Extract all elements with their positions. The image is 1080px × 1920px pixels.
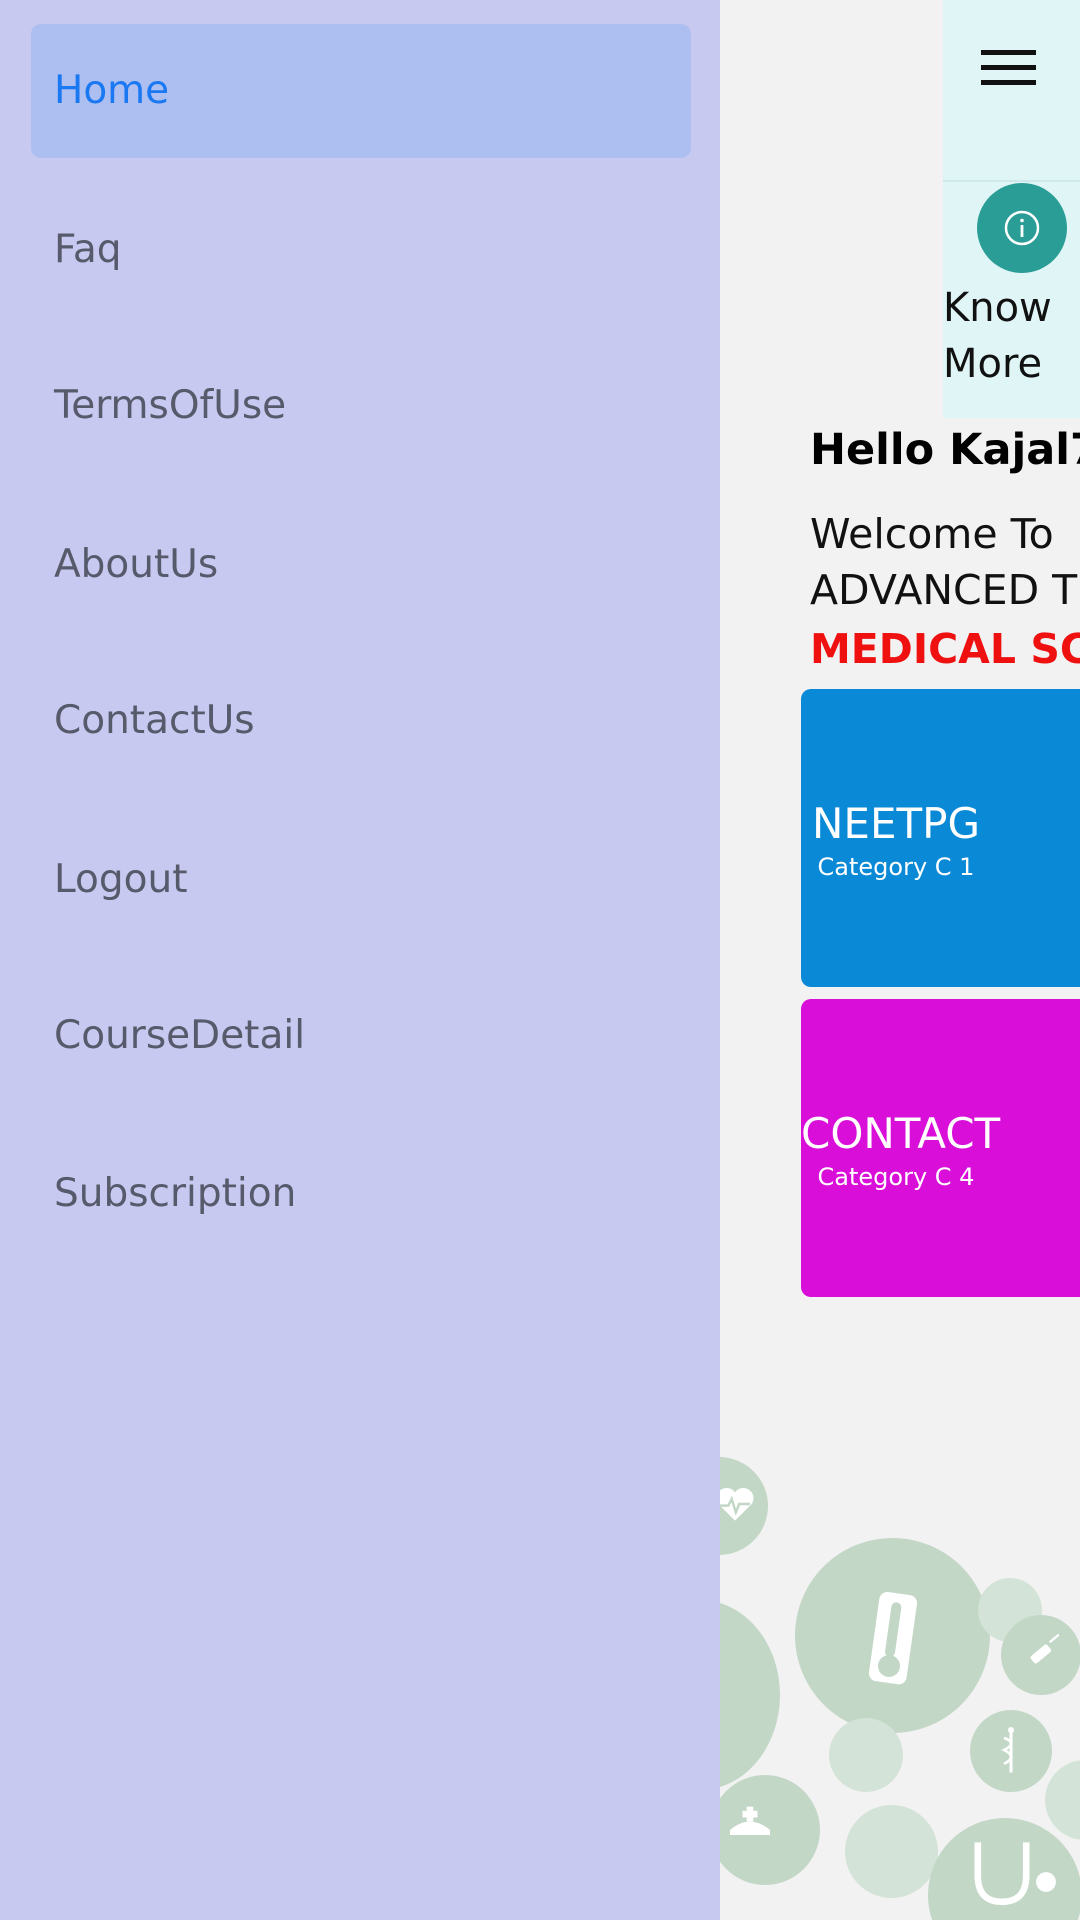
decor-bubble	[720, 1600, 780, 1790]
drawer-item-terms-of-use[interactable]: TermsOfUse	[31, 339, 691, 473]
drawer-item-faq[interactable]: Faq	[31, 183, 691, 317]
drawer-item-course-detail[interactable]: CourseDetail	[31, 969, 691, 1103]
medical-cap-icon	[720, 1775, 820, 1885]
drawer-item-label: Logout	[54, 857, 188, 902]
drawer-item-label: ContactUs	[54, 698, 255, 743]
thermometer-icon	[795, 1538, 990, 1733]
know-more-label[interactable]: Know More	[943, 280, 1080, 392]
decor-bubble	[829, 1718, 903, 1792]
hamburger-menu-icon[interactable]	[981, 48, 1036, 88]
decor-bubble	[1045, 1760, 1080, 1840]
drawer-item-label: Faq	[54, 227, 122, 272]
drawer-item-label: Subscription	[54, 1171, 297, 1216]
category-tile-neetpg[interactable]: NEETPG Category C 1	[801, 689, 1080, 987]
tile-title: NEETPG	[811, 799, 981, 848]
decor-bubble	[845, 1805, 938, 1898]
caduceus-icon	[970, 1710, 1052, 1792]
greeting-text: Hello Kajal70	[810, 425, 1080, 475]
info-icon[interactable]	[977, 183, 1067, 273]
drawer-item-home[interactable]: Home	[31, 24, 691, 158]
institute-name: ADVANCED TI	[810, 566, 1080, 614]
heart-rate-icon	[720, 1457, 768, 1555]
drawer-item-label: TermsOfUse	[54, 383, 287, 428]
drawer-item-label: CourseDetail	[54, 1013, 306, 1058]
drawer-item-subscription[interactable]: Subscription	[31, 1127, 691, 1261]
home-page: Know More Hello Kajal70 Welcome To ADVAN…	[720, 0, 1080, 1920]
app-screen: Know More Hello Kajal70 Welcome To ADVAN…	[0, 0, 1080, 1920]
welcome-text: Welcome To	[810, 510, 1054, 558]
tile-subtitle: Category C 4	[817, 1163, 975, 1191]
drawer-item-logout[interactable]: Logout	[31, 813, 691, 947]
institute-subtitle: MEDICAL SCI	[810, 625, 1080, 673]
divider	[943, 180, 1080, 182]
drawer-item-contact-us[interactable]: ContactUs	[31, 654, 691, 788]
category-tile-contact[interactable]: CONTACT Category C 4	[801, 999, 1080, 1297]
stethoscope-icon	[928, 1818, 1080, 1920]
drawer-item-label: Home	[54, 68, 170, 113]
drawer-item-label: AboutUs	[54, 542, 219, 587]
tile-subtitle: Category C 1	[817, 853, 975, 881]
tile-title: CONTACT	[801, 1109, 1001, 1158]
drawer-item-about-us[interactable]: AboutUs	[31, 498, 691, 632]
navigation-drawer: Home Faq TermsOfUse AboutUs ContactUs Lo…	[0, 0, 720, 1920]
syringe-icon	[1001, 1615, 1080, 1695]
